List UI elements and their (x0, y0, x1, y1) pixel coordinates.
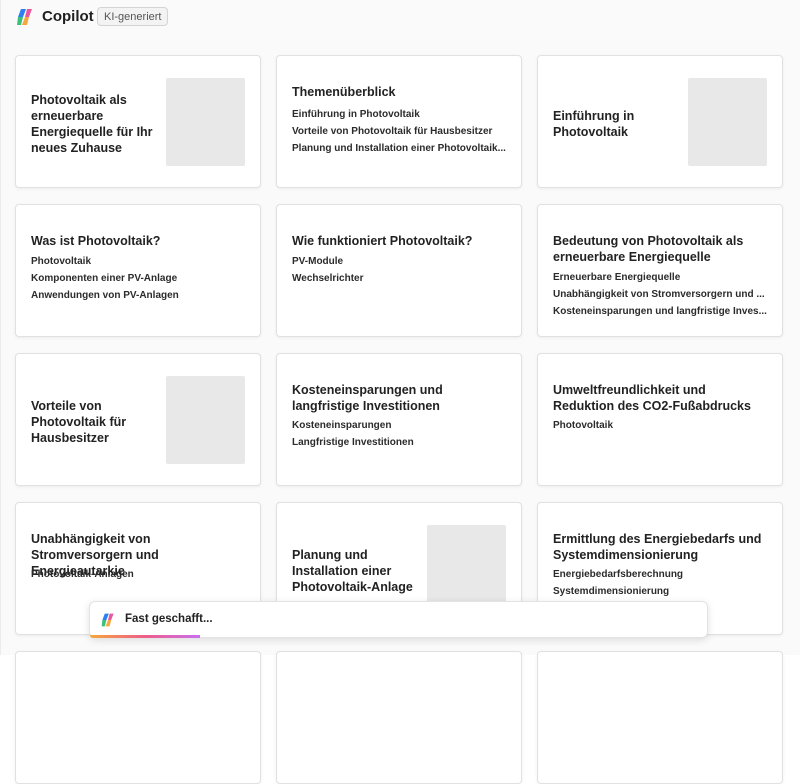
card-bedeutung-photovoltaik[interactable]: Bedeutung von Photovoltaik als erneuerba… (537, 204, 783, 337)
card-topic-item: Wechselrichter (292, 273, 364, 284)
card-title: Ermittlung des Energiebedarfs und System… (553, 532, 762, 562)
card-title: Themenüberblick (292, 85, 396, 99)
card-themenueberblick[interactable]: Themenüberblick Einführung in Photovolta… (276, 55, 522, 188)
card-topic-item: Erneuerbare Energiequelle (553, 272, 681, 283)
card-topic-item: Kosteneinsparungen und langfristige Inve… (553, 306, 767, 317)
card-topic-list: Photovoltaik (553, 417, 769, 434)
progress-bar (90, 635, 200, 638)
card-title: Kosteneinsparungen und langfristige Inve… (292, 383, 443, 413)
card-topic-item: Komponenten einer PV-Anlage (31, 273, 178, 284)
card-title: Wie funktioniert Photovoltaik? (292, 234, 473, 248)
ai-generated-badge: KI-generiert (97, 7, 169, 26)
card-title: Was ist Photovoltaik? (31, 234, 161, 248)
card-image-placeholder (166, 78, 245, 166)
app-header: Copilot KI-generiert (0, 0, 800, 36)
copilot-logo-icon (17, 9, 32, 25)
card-title: Vorteile von Photovoltaik für Hausbesitz… (31, 399, 127, 445)
card-image-placeholder (427, 525, 506, 613)
card-topic-list: Einführung in Photovoltaik Vorteile von … (292, 106, 508, 157)
card-next-row (276, 651, 522, 784)
card-topic-item: Photovoltaik-Anlagen (31, 569, 134, 580)
card-topic-list: PV-Module Wechselrichter (292, 253, 508, 287)
card-was-ist-photovoltaik[interactable]: Was ist Photovoltaik? Photovoltaik Kompo… (15, 204, 261, 337)
card-topic-item: Planung und Installation einer Photovolt… (292, 143, 506, 154)
card-topic-item: Einführung in Photovoltaik (292, 109, 420, 120)
card-topic-item: Systemdimensionierung (553, 586, 670, 597)
card-topic-list: Kosteneinsparungen Langfristige Investit… (292, 417, 508, 451)
card-topic-list: Erneuerbare Energiequelle Unabhängigkeit… (553, 269, 769, 320)
card-image-placeholder (166, 376, 245, 464)
copilot-logo-icon (101, 613, 114, 627)
card-title: Photovoltaik als erneuerbare Energiequel… (31, 93, 153, 155)
card-title: Planung und Installation einer Photovolt… (292, 548, 413, 594)
card-kosteneinsparungen[interactable]: Kosteneinsparungen und langfristige Inve… (276, 353, 522, 486)
card-topic-item: Photovoltaik (31, 256, 92, 267)
card-topic-item: Anwendungen von PV-Anlagen (31, 290, 179, 301)
card-image-placeholder (688, 78, 767, 166)
card-topic-item: Photovoltaik (553, 420, 614, 431)
card-topic-item: Vorteile von Photovoltaik für Hausbesitz… (292, 126, 493, 137)
card-topic-item: Kosteneinsparungen (292, 420, 392, 431)
toast-message: Fast geschafft... (125, 613, 213, 625)
card-topic-list: Energiebedarfsberechnung Systemdimension… (553, 566, 769, 600)
card-title: Einführung in Photovoltaik (553, 109, 635, 139)
app-title: Copilot (42, 8, 94, 25)
card-topic-item: Unabhängigkeit von Stromversorgern und .… (553, 289, 765, 300)
card-title: Umweltfreundlichkeit und Reduktion des C… (553, 383, 751, 413)
card-topic-list: Photovoltaik-Anlagen (31, 566, 247, 583)
card-next-row (537, 651, 783, 784)
card-pv-erneuerbare-energiequelle[interactable]: Photovoltaik als erneuerbare Energiequel… (15, 55, 261, 188)
card-umweltfreundlichkeit[interactable]: Umweltfreundlichkeit und Reduktion des C… (537, 353, 783, 486)
card-next-row (15, 651, 261, 784)
progress-toast: Fast geschafft... (89, 601, 708, 638)
card-wie-funktioniert-photovoltaik[interactable]: Wie funktioniert Photovoltaik? PV-Module… (276, 204, 522, 337)
card-topic-item: Energiebedarfsberechnung (553, 569, 684, 580)
card-title: Bedeutung von Photovoltaik als erneuerba… (553, 234, 744, 264)
card-einfuehrung-photovoltaik[interactable]: Einführung in Photovoltaik (537, 55, 783, 188)
card-topic-list: Photovoltaik Komponenten einer PV-Anlage… (31, 253, 247, 304)
card-vorteile-hausbesitzer[interactable]: Vorteile von Photovoltaik für Hausbesitz… (15, 353, 261, 486)
card-topic-item: PV-Module (292, 256, 344, 267)
card-topic-item: Langfristige Investitionen (292, 437, 414, 448)
